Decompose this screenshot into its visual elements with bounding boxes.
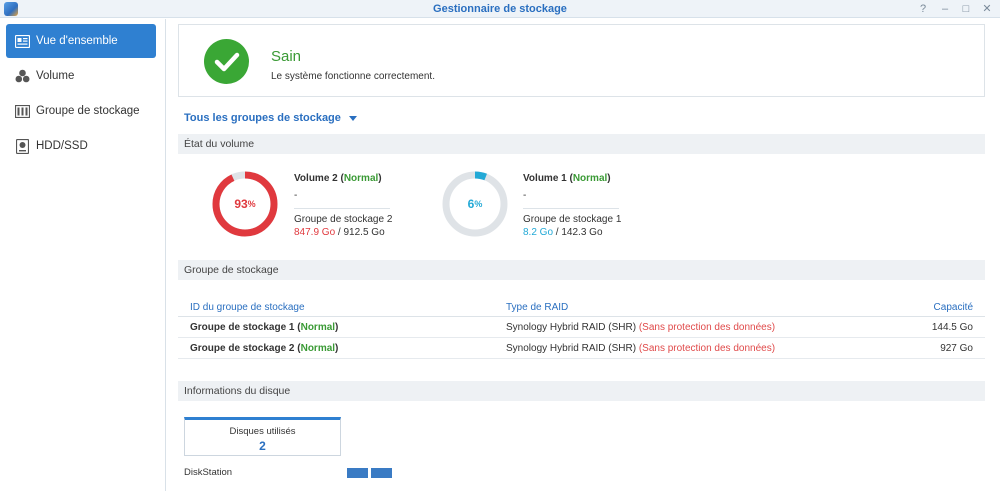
volume-capacity: 847.9 Go / 912.5 Go: [294, 227, 385, 238]
pool-name-cell: Groupe de stockage 2 (Normal): [190, 343, 339, 354]
sidebar-item-volume[interactable]: Volume: [6, 59, 156, 93]
maximize-button[interactable]: □: [959, 2, 973, 16]
sidebar-item-hdd-ssd[interactable]: HDD/SSD: [6, 129, 156, 163]
disks-used-count: 2: [259, 439, 266, 453]
volume-pool: Groupe de stockage 1: [523, 214, 622, 225]
sidebar-item-label: HDD/SSD: [36, 140, 88, 152]
column-header-pool-id[interactable]: ID du groupe de stockage: [190, 302, 305, 313]
disks-used-label: Disques utilisés: [229, 426, 296, 437]
sidebar-item-label: Volume: [36, 70, 75, 82]
disk-info-header: Informations du disque: [178, 381, 985, 401]
volume-usage-percent: 93%: [234, 197, 256, 211]
health-description: Le système fonctionne correctement.: [271, 71, 435, 82]
window-title: Gestionnaire de stockage: [433, 3, 567, 15]
column-header-raid-type[interactable]: Type de RAID: [506, 302, 568, 313]
checkmark-icon: [204, 39, 249, 84]
pool-name-cell: Groupe de stockage 1 (Normal): [190, 322, 339, 333]
capacity-cell: 927 Go: [940, 343, 973, 354]
volume-total: 912.5 Go: [343, 227, 385, 238]
column-header-capacity[interactable]: Capacité: [934, 302, 973, 313]
title-bar: Gestionnaire de stockage ? – □ ✕: [0, 0, 1000, 18]
volume-used: 847.9 Go: [294, 227, 336, 238]
main-content: Sain Le système fonctionne correctement.…: [167, 19, 1000, 491]
sidebar-item-overview[interactable]: Vue d'ensemble: [6, 24, 156, 58]
volume-status-header: État du volume: [178, 134, 985, 154]
volume-used: 8.2 Go: [523, 227, 554, 238]
system-health-panel: Sain Le système fonctionne correctement.: [178, 24, 985, 97]
sidebar-item-storage-pool[interactable]: Groupe de stockage: [6, 94, 156, 128]
storage-pool-table: ID du groupe de stockage Type de RAID Ca…: [178, 297, 985, 359]
storage-pool-header: Groupe de stockage: [178, 260, 985, 280]
volume-pool: Groupe de stockage 2: [294, 214, 393, 225]
volume-info: Volume 2 (Normal) - Groupe de stockage 2…: [294, 173, 393, 238]
close-button[interactable]: ✕: [980, 2, 994, 16]
volume-total: 142.3 Go: [561, 227, 603, 238]
drive-slot-icon[interactable]: [371, 468, 392, 478]
volume-description: -: [294, 190, 298, 201]
sidebar-item-label: Vue d'ensemble: [36, 35, 118, 47]
volume-name[interactable]: Volume 1: [523, 173, 567, 184]
volume-capacity: 8.2 Go / 142.3 Go: [523, 227, 603, 238]
table-header: ID du groupe de stockage Type de RAID Ca…: [178, 297, 985, 317]
health-status: Sain: [271, 48, 302, 65]
overview-icon: [14, 33, 30, 49]
volume-status: Normal: [343, 173, 379, 184]
volume-info: Volume 1 (Normal) - Groupe de stockage 1…: [523, 173, 622, 238]
drive-slot-icon[interactable]: [347, 468, 368, 478]
table-row[interactable]: Groupe de stockage 1 (Normal) Synology H…: [178, 317, 985, 338]
volume-name[interactable]: Volume 2: [294, 173, 338, 184]
caret-down-icon: [348, 115, 357, 121]
device-name: DiskStation: [184, 467, 233, 478]
divider: [294, 208, 390, 209]
capacity-cell: 144.5 Go: [931, 322, 973, 333]
volume-usage-chart: 6%: [440, 169, 510, 239]
storage-group-dropdown[interactable]: Tous les groupes de stockage: [184, 112, 357, 124]
volume-icon: [14, 68, 30, 84]
help-button[interactable]: ?: [916, 2, 930, 16]
divider: [523, 208, 619, 209]
storage-group-dropdown-label: Tous les groupes de stockage: [184, 112, 341, 124]
storage-pool-icon: [14, 103, 30, 119]
volume-description: -: [523, 190, 527, 201]
disks-used-card: Disques utilisés 2: [184, 417, 341, 456]
sidebar: Vue d'ensemble Volume Groupe de stockage…: [0, 19, 166, 491]
sidebar-item-label: Groupe de stockage: [36, 105, 140, 117]
volume-usage-chart: 93%: [210, 169, 280, 239]
volume-status: Normal: [572, 173, 608, 184]
raid-type-cell: Synology Hybrid RAID (SHR) (Sans protect…: [506, 343, 776, 354]
minimize-button[interactable]: –: [938, 2, 952, 16]
table-row[interactable]: Groupe de stockage 2 (Normal) Synology H…: [178, 338, 985, 359]
hdd-icon: [14, 138, 30, 154]
volume-usage-percent: 6%: [467, 197, 483, 211]
raid-type-cell: Synology Hybrid RAID (SHR) (Sans protect…: [506, 322, 776, 333]
